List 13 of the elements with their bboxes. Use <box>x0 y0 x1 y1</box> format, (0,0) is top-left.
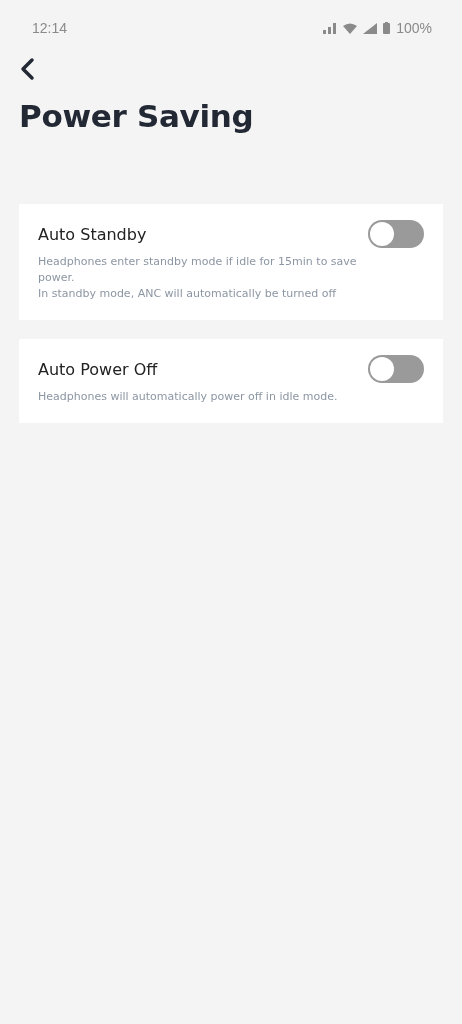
setting-label: Auto Standby <box>38 224 147 244</box>
battery-icon <box>383 22 391 34</box>
page-title: Power Saving <box>19 98 255 134</box>
status-time: 12:14 <box>32 20 68 36</box>
signal-icon <box>363 22 378 34</box>
toggle-switch[interactable] <box>368 220 424 248</box>
toggle-switch[interactable] <box>368 355 424 383</box>
setting-description: Headphones will automatically power off in idle mode. <box>38 389 339 405</box>
wifi-icon <box>343 22 358 34</box>
battery-percent: 100% <box>396 20 432 36</box>
signal-icon <box>323 22 338 34</box>
setting-description: Headphones enter standby mode if idle for 15min to save power. In standby mode, ANC will automatically be turned off <box>38 254 358 302</box>
setting-label: Auto Power Off <box>38 359 158 379</box>
